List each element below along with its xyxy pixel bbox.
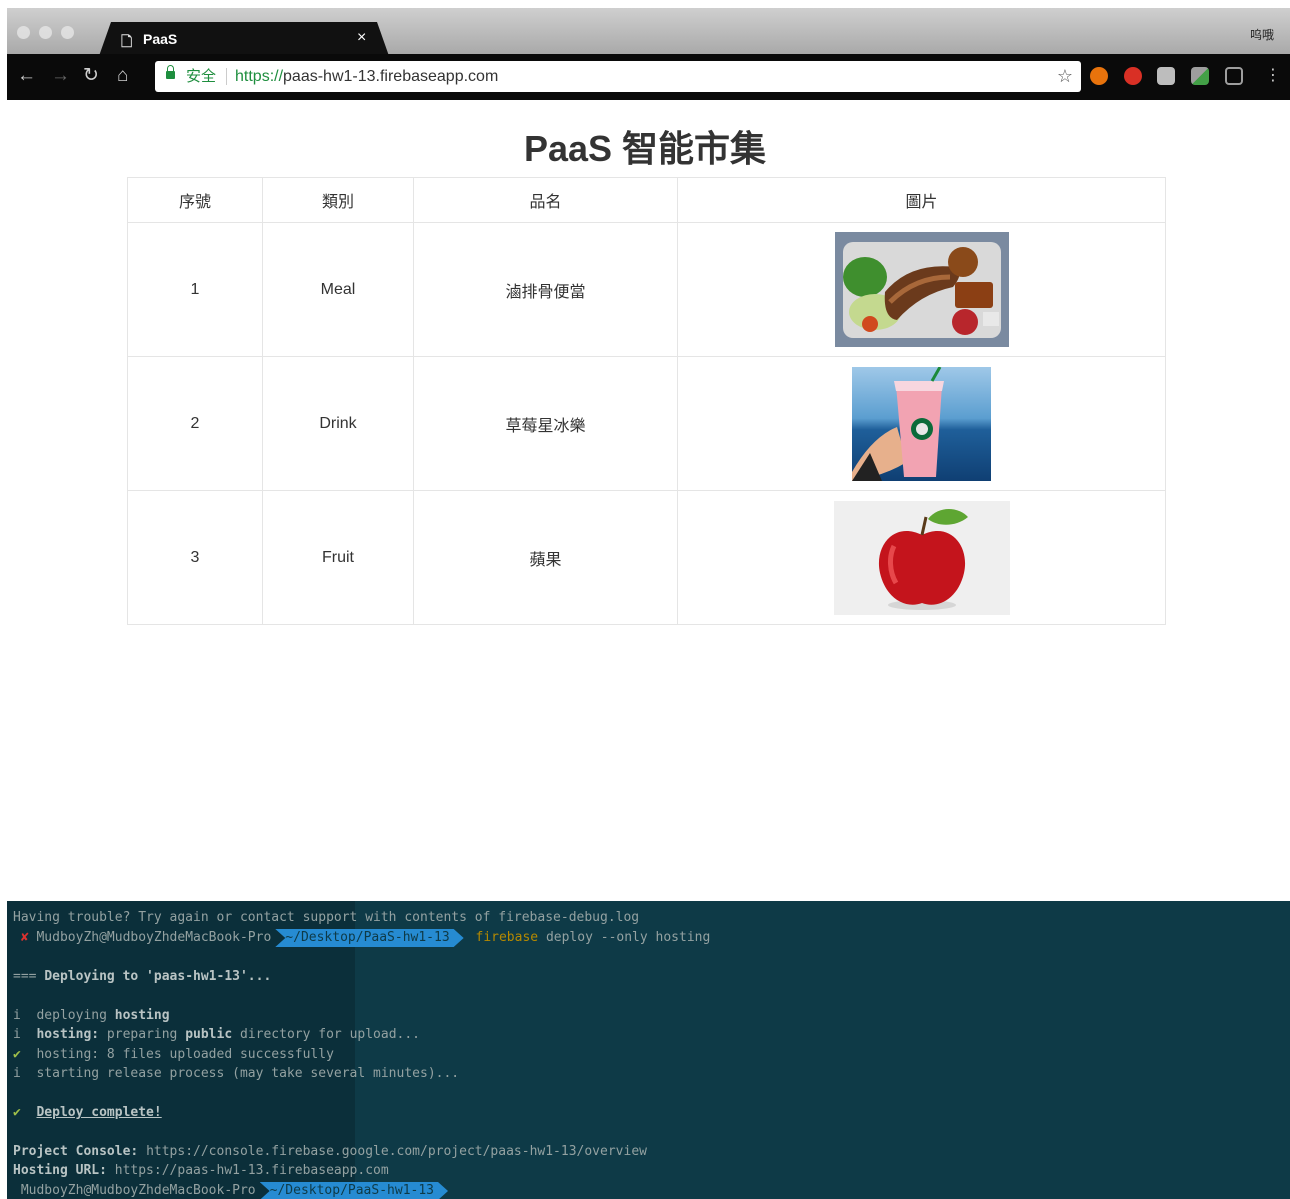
cell-category: Fruit	[262, 490, 414, 625]
table-row: 2 Drink 草莓星冰樂	[127, 356, 1166, 491]
error-mark-icon: ✘	[20, 930, 29, 945]
url-text[interactable]: https://paas-hw1-13.firebaseapp.com	[235, 61, 498, 92]
minimize-window-icon[interactable]	[39, 26, 52, 39]
bookmark-star-icon[interactable]: ☆	[1057, 61, 1073, 92]
close-window-icon[interactable]	[17, 26, 30, 39]
red-apple-image	[833, 500, 1010, 615]
extension-grid-icon[interactable]	[1157, 67, 1175, 85]
terminal-line: ✔ Deploy complete!	[13, 1104, 162, 1122]
strawberry-frappuccino-image	[852, 366, 991, 481]
success-check-icon: ✔	[13, 1047, 21, 1062]
reload-icon[interactable]: ↻	[83, 64, 99, 88]
extension-shield-icon[interactable]	[1124, 67, 1142, 85]
profile-name[interactable]: 呜哦	[1250, 26, 1274, 43]
terminal-window[interactable]: Having trouble? Try again or contact sup…	[7, 901, 1290, 1199]
cell-index: 1	[127, 222, 263, 357]
maximize-window-icon[interactable]	[61, 26, 74, 39]
tab-title: PaaS	[143, 31, 178, 47]
prompt-path: ~/Desktop/PaaS-hw1-13	[275, 929, 463, 947]
url-host: paas-hw1-13.firebaseapp.com	[283, 68, 499, 85]
cell-image	[677, 356, 1166, 491]
extension-translate-icon[interactable]	[1191, 67, 1209, 85]
security-label: 安全	[186, 68, 217, 85]
menu-dots-icon[interactable]: ⋮	[1265, 64, 1281, 88]
page-title: PaaS 智能市集	[523, 128, 767, 169]
hosting-url[interactable]: https://paas-hw1-13.firebaseapp.com	[115, 1163, 389, 1178]
home-icon[interactable]: ⌂	[117, 64, 128, 88]
tab-close-button[interactable]: ×	[357, 29, 366, 47]
cell-category: Meal	[262, 222, 414, 357]
console-url[interactable]: https://console.firebase.google.com/proj…	[146, 1144, 647, 1159]
cell-category: Drink	[262, 356, 414, 491]
prompt-host: MudboyZh@MudboyZhdeMacBook-Pro	[36, 930, 272, 945]
address-bar[interactable]: 安全 https://paas-hw1-13.firebaseapp.com ☆	[155, 61, 1081, 92]
column-header-image: 圖片	[677, 177, 1166, 223]
terminal-line: i hosting: preparing public directory fo…	[13, 1027, 421, 1042]
extension-hexagon-icon[interactable]	[1090, 67, 1108, 85]
table-row: 1 Meal 滷排骨便當	[127, 222, 1166, 357]
back-arrow-icon[interactable]: ←	[17, 64, 36, 88]
cell-name: 草莓星冰樂	[413, 356, 678, 491]
terminal-prompt: ✘ MudboyZh@MudboyZhdeMacBook-Pro ~/Deskto…	[13, 929, 710, 947]
market-table: 序號 類別 品名 圖片 1 Meal 滷排骨便當 2 Drink 草莓星冰樂 3…	[127, 177, 1166, 625]
column-header-index: 序號	[127, 177, 263, 223]
command-name: firebase	[475, 930, 539, 945]
browser-tab[interactable]: 🗋 PaaS ×	[99, 22, 389, 56]
document-icon: 🗋	[121, 33, 133, 49]
cell-index: 3	[127, 490, 263, 625]
cell-name: 滷排骨便當	[413, 222, 678, 357]
column-header-category: 類別	[262, 177, 414, 223]
terminal-prompt: MudboyZh@MudboyZhdeMacBook-Pro ~/Desktop/…	[13, 1182, 452, 1199]
lock-icon	[166, 65, 175, 79]
table-header-row: 序號 類別 品名 圖片	[127, 177, 1166, 223]
terminal-line: Hosting URL: https://paas-hw1-13.firebas…	[13, 1163, 389, 1178]
forward-arrow-icon[interactable]: →	[51, 64, 70, 88]
terminal-line: ✔ hosting: 8 files uploaded successfully	[13, 1047, 334, 1062]
cell-image	[677, 222, 1166, 357]
cell-name: 蘋果	[413, 490, 678, 625]
terminal-line: === Deploying to 'paas-hw1-13'...	[13, 969, 272, 984]
terminal-line: Having trouble? Try again or contact sup…	[13, 910, 640, 925]
url-scheme: https://	[235, 68, 284, 85]
deploy-complete-text: Deploy complete!	[36, 1105, 162, 1120]
cell-image	[677, 490, 1166, 625]
column-header-name: 品名	[413, 177, 678, 223]
cell-index: 2	[127, 356, 263, 491]
terminal-line: Project Console: https://console.firebas…	[13, 1144, 647, 1159]
table-row: 3 Fruit 蘋果	[127, 490, 1166, 625]
address-divider	[226, 68, 227, 85]
browser-titlebar: 🗋 PaaS × 呜哦	[7, 8, 1290, 56]
terminal-line: i deploying hosting	[13, 1008, 170, 1023]
success-check-icon: ✔	[13, 1105, 21, 1120]
extension-cast-icon[interactable]	[1225, 67, 1243, 85]
pork-chop-bento-image	[834, 232, 1009, 347]
browser-toolbar: ← → ↻ ⌂ 安全 https://paas-hw1-13.firebasea…	[7, 54, 1290, 100]
terminal-line: i starting release process (may take sev…	[13, 1066, 460, 1081]
command-args: deploy --only hosting	[545, 930, 711, 945]
